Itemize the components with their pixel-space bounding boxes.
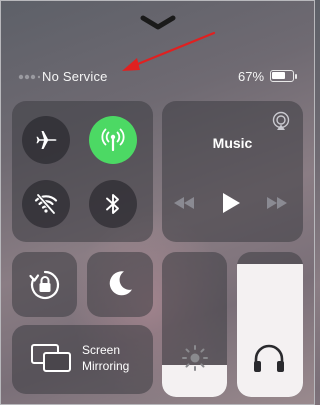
bluetooth-button[interactable] <box>89 180 137 228</box>
airplane-icon <box>36 131 57 149</box>
volume-level-fill <box>237 263 303 397</box>
screen-mirroring-label: Screen Mirroring <box>82 342 129 374</box>
bluetooth-icon <box>106 194 119 214</box>
fast-forward-icon[interactable] <box>266 196 288 210</box>
headphones-icon <box>254 344 284 372</box>
battery-percentage: 67% <box>238 69 265 84</box>
brightness-slider[interactable] <box>162 252 227 397</box>
signal-strength-icon <box>18 74 40 80</box>
battery-icon <box>270 70 294 82</box>
screen-mirroring-label-line2: Mirroring <box>82 359 130 373</box>
battery-fill <box>272 72 285 79</box>
music-title: Music <box>212 135 253 151</box>
airplane-mode-button[interactable] <box>22 116 70 164</box>
battery-nub <box>295 74 297 79</box>
cellular-data-button[interactable] <box>89 116 137 164</box>
screen-mirroring-icon <box>31 344 71 372</box>
play-icon[interactable] <box>221 192 241 214</box>
airplay-icon[interactable] <box>271 111 291 131</box>
wifi-off-icon <box>34 193 58 215</box>
antenna-icon <box>101 128 125 152</box>
volume-slider[interactable] <box>237 252 303 397</box>
moon-icon <box>109 271 132 296</box>
carrier-label: No Service <box>42 69 108 84</box>
sun-icon <box>182 345 208 371</box>
rewind-icon[interactable] <box>173 196 195 210</box>
wifi-button[interactable] <box>22 180 70 228</box>
rotation-lock-icon <box>29 270 60 300</box>
screen-mirroring-label-line1: Screen <box>82 343 121 357</box>
status-bar: No Service 67% <box>0 66 315 88</box>
